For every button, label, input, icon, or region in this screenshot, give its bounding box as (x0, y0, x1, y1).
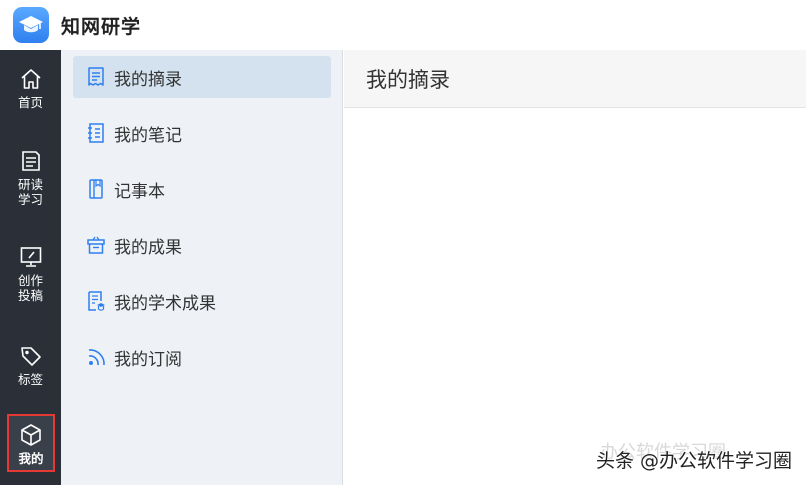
sidebar-item-academic[interactable]: 我的学术成果 (73, 280, 331, 322)
nav-label-home: 首页 (17, 95, 43, 110)
box-icon (21, 424, 41, 446)
sidebar-item-notepad[interactable]: 记事本 (73, 168, 331, 210)
sidebar-item-notes[interactable]: 我的笔记 (73, 112, 331, 154)
document-icon (21, 151, 40, 171)
sidebar-item-achievements[interactable]: 我的成果 (73, 224, 331, 266)
sidebar-item-label: 我的成果 (114, 237, 182, 258)
left-nav: 首页 研读 学习 创作 投稿 标签 我的 (0, 50, 61, 485)
nav-item-study[interactable]: 研读 学习 (0, 148, 61, 207)
nav-label-mine: 我的 (18, 451, 44, 466)
nav-label-create: 创作 投稿 (17, 273, 43, 303)
notepad-icon (89, 179, 103, 199)
sidebar-item-label: 我的学术成果 (114, 293, 216, 314)
home-icon (20, 69, 41, 89)
app-logo-icon (13, 7, 49, 43)
achievement-box-icon (87, 236, 105, 254)
page-title: 我的摘录 (344, 50, 806, 108)
title-bar: 知网研学 (0, 0, 806, 50)
sidebar-item-label: 我的摘录 (114, 69, 182, 90)
nav-label-tags: 标签 (17, 372, 43, 387)
nav-item-tags[interactable]: 标签 (0, 343, 61, 387)
excerpt-icon (88, 67, 104, 86)
tag-icon (20, 347, 41, 366)
academic-icon (88, 291, 105, 311)
nav-item-create[interactable]: 创作 投稿 (0, 244, 61, 303)
sidebar-item-label: 我的订阅 (114, 349, 182, 370)
sidebar-item-subscriptions[interactable]: 我的订阅 (73, 336, 331, 378)
app-title: 知网研学 (61, 15, 142, 38)
sidebar-item-excerpt[interactable]: 我的摘录 (73, 56, 331, 98)
main-content: 我的摘录 (344, 50, 806, 485)
nav-item-mine[interactable]: 我的 (7, 414, 55, 472)
rss-icon (88, 349, 105, 366)
notebook-icon (88, 123, 104, 143)
monitor-edit-icon (20, 247, 41, 267)
watermark: 头条 @办公软件学习圈 (595, 450, 792, 472)
sidebar-item-label: 记事本 (114, 181, 165, 202)
nav-item-home[interactable]: 首页 (0, 66, 61, 110)
nav-label-study: 研读 学习 (17, 177, 43, 207)
secondary-sidebar: 我的摘录 我的笔记 记事本 我的成果 我的学术成果 我的订阅 (61, 50, 343, 485)
sidebar-item-label: 我的笔记 (114, 125, 182, 146)
